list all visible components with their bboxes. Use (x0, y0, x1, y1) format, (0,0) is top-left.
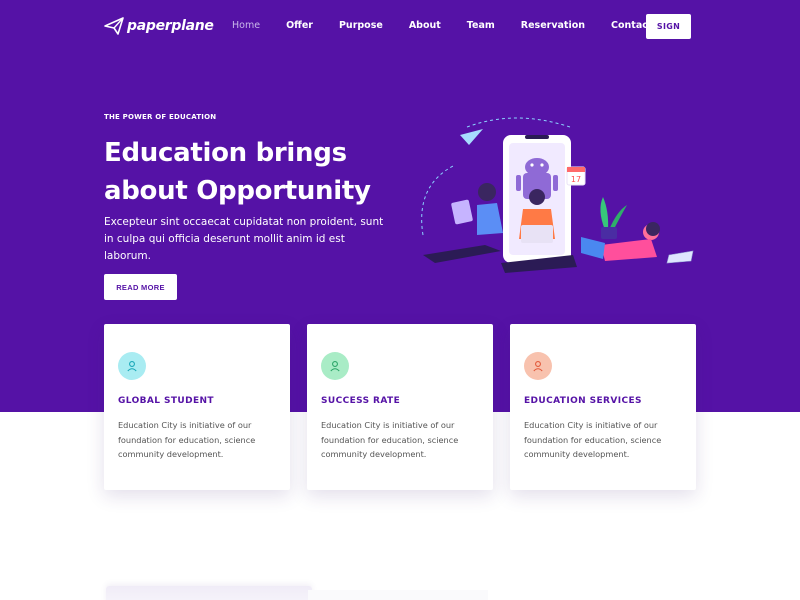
user-icon (118, 352, 146, 380)
feature-title: GLOBAL STUDENT (118, 396, 214, 406)
feature-description: Education City is initiative of our foun… (321, 420, 459, 459)
next-section-image (106, 586, 312, 600)
paper-plane-illustration-icon (460, 129, 483, 145)
feature-title: SUCCESS RATE (321, 396, 401, 406)
brand-name: paperplane (127, 18, 214, 34)
hero-eyebrow: THE POWER OF EDUCATION (104, 113, 217, 121)
hero-illustration: 17 (421, 117, 694, 273)
nav-item-offer[interactable]: Offer (286, 20, 313, 31)
feature-description: Education City is initiative of our foun… (118, 420, 256, 459)
nav-item-about[interactable]: About (409, 20, 441, 31)
hero-title: Education brings about Opportunity (104, 134, 424, 210)
feature-card-success-rate: SUCCESS RATE Education City is initiativ… (307, 324, 493, 490)
feature-description: Education City is initiative of our foun… (524, 420, 662, 459)
user-icon (524, 352, 552, 380)
sign-button[interactable]: SIGN (646, 14, 691, 39)
calendar-day: 17 (571, 175, 581, 184)
feature-card-global-student: GLOBAL STUDENT Education City is initiat… (104, 324, 290, 490)
nav-item-purpose[interactable]: Purpose (339, 20, 383, 31)
hero-lead: Excepteur sint occaecat cupidatat non pr… (104, 216, 384, 262)
nav-item-team[interactable]: Team (467, 20, 495, 31)
hero-title-line2: about Opportunity (104, 176, 371, 206)
main-nav: Home Offer Purpose About Team Reservatio… (232, 20, 652, 31)
paper-plane-icon (104, 17, 124, 35)
feature-title: EDUCATION SERVICES (524, 396, 642, 406)
nav-item-home[interactable]: Home (232, 20, 260, 31)
user-icon (321, 352, 349, 380)
brand-logo[interactable]: paperplane (104, 16, 214, 36)
feature-card-education-services: EDUCATION SERVICES Education City is ini… (510, 324, 696, 490)
hero-title-line1: Education brings (104, 138, 347, 168)
read-more-button[interactable]: READ MORE (104, 274, 177, 300)
next-section-divider (308, 590, 488, 600)
nav-item-reservation[interactable]: Reservation (521, 20, 585, 31)
